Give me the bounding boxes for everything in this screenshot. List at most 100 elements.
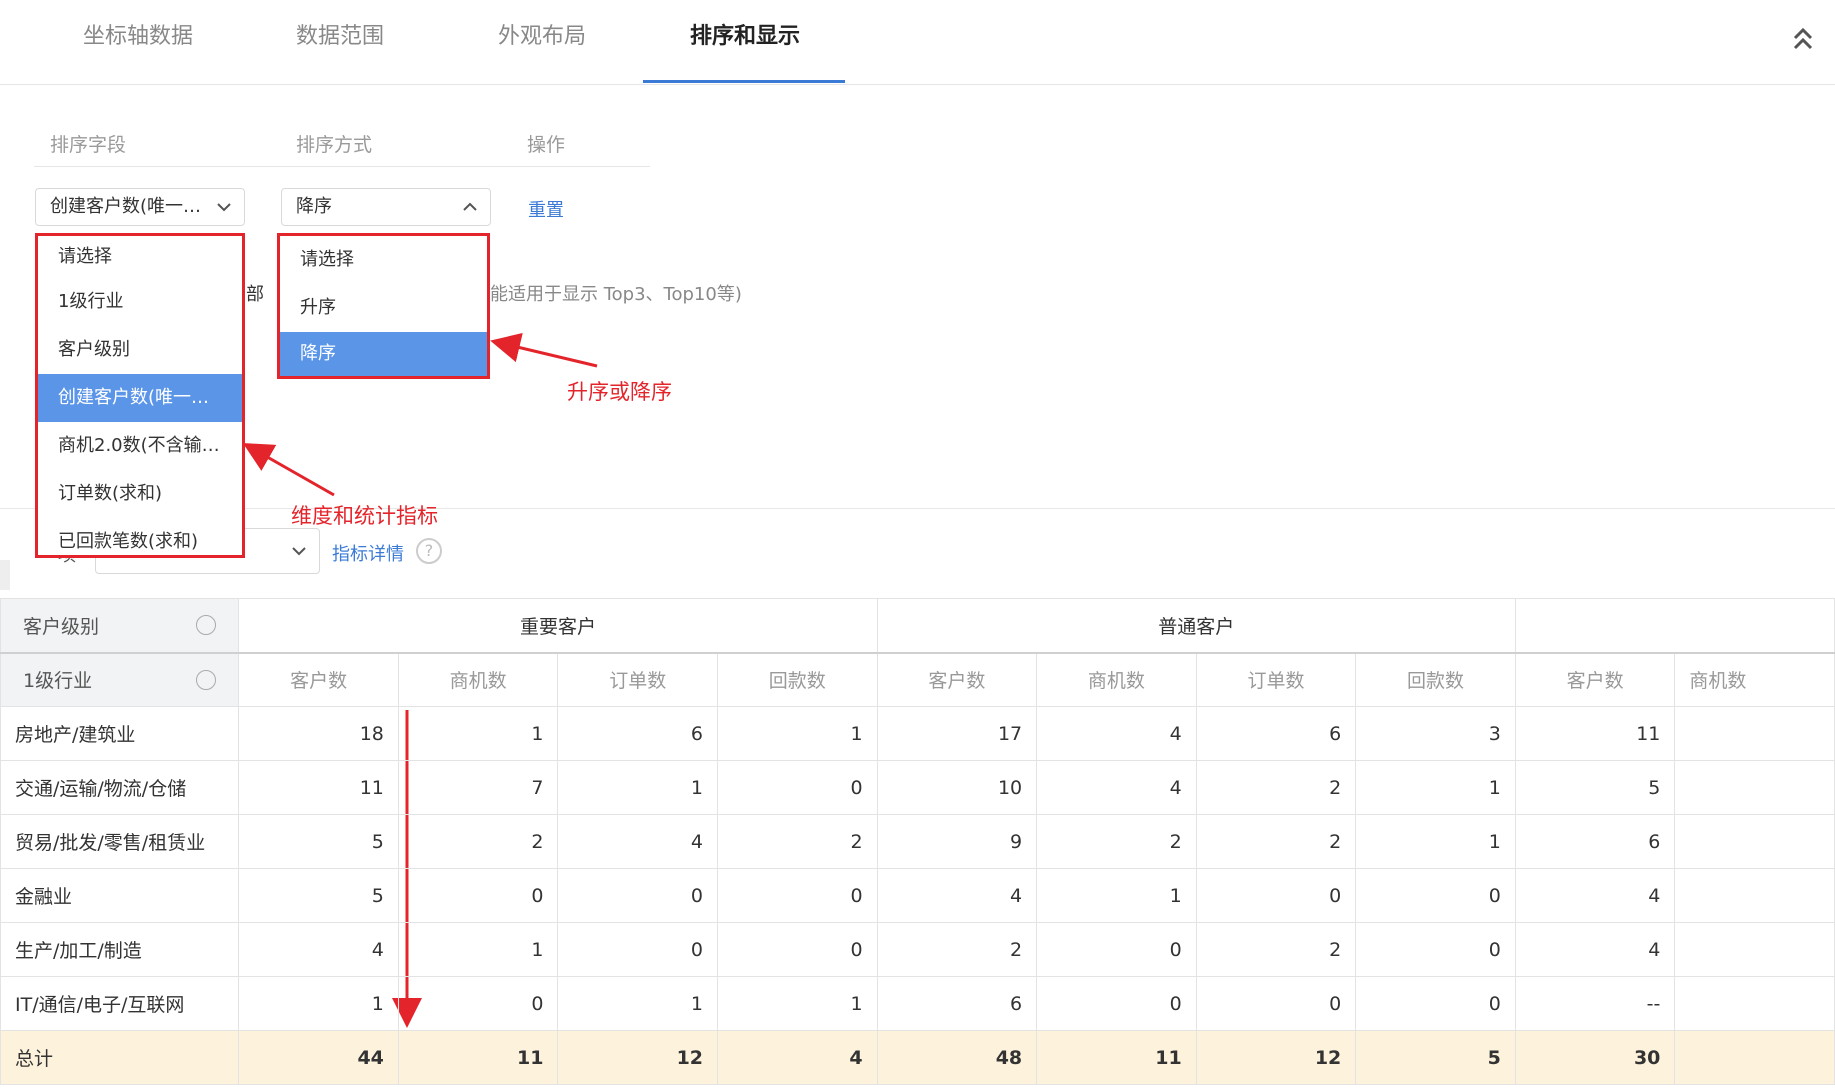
- table-cell: 30: [1514, 1030, 1676, 1085]
- table-cell: [1674, 1030, 1835, 1085]
- table-cell: --: [1514, 976, 1676, 1031]
- table-cell: 48: [876, 1030, 1038, 1085]
- table-cell: [1674, 868, 1835, 923]
- table-cell: 0: [557, 868, 719, 923]
- metric-header[interactable]: 客户数: [876, 652, 1038, 707]
- table-cell: 3: [1355, 706, 1516, 761]
- table-cell: 0: [1355, 922, 1516, 977]
- table-cell: 0: [1036, 922, 1197, 977]
- table-cell: 7: [397, 760, 559, 815]
- field-annotation: 维度和统计指标: [291, 504, 438, 528]
- table-row: 金融业 5 0 0 0 4 1 0 0 4: [0, 868, 1835, 923]
- row-label: IT/通信/电子/互联网: [0, 976, 240, 1031]
- table-cell: 4: [1514, 868, 1676, 923]
- table-cell: 0: [717, 760, 878, 815]
- dim2-label: 1级行业: [23, 670, 93, 693]
- metric-header[interactable]: 商机数: [1674, 652, 1835, 707]
- table-cell: 1: [717, 976, 878, 1031]
- table-cell: 12: [557, 1030, 719, 1085]
- table-cell: [1674, 814, 1835, 869]
- dropdown-circle-icon[interactable]: [196, 669, 217, 690]
- table-cell: 2: [1036, 814, 1197, 869]
- table-row: 生产/加工/制造 4 1 0 0 2 0 2 0 4: [0, 922, 1835, 977]
- method-annotation: 升序或降序: [567, 380, 672, 404]
- table-cell: 6: [1514, 814, 1676, 869]
- table-cell: 0: [397, 976, 559, 1031]
- table-cell: 4: [238, 922, 399, 977]
- table-cell: 0: [717, 868, 878, 923]
- metric-header[interactable]: 回款数: [1355, 652, 1516, 707]
- table-cell: 17: [876, 706, 1038, 761]
- row-label: 生产/加工/制造: [0, 922, 240, 977]
- row-label: 贸易/批发/零售/租赁业: [0, 814, 240, 869]
- table-cell: 44: [238, 1030, 399, 1085]
- table-cell: 4: [1514, 922, 1676, 977]
- table-cell: 6: [876, 976, 1038, 1031]
- pivot-table: 客户级别 重要客户 普通客户 1级行业 客户数 商机数 订单数 回款数 客户数 …: [0, 598, 1835, 1085]
- table-cell: 2: [397, 814, 559, 869]
- group-header: [1514, 598, 1835, 654]
- row-label: 交通/运输/物流/仓储: [0, 760, 240, 815]
- table-cell: 10: [876, 760, 1038, 815]
- table-cell: [1674, 922, 1835, 977]
- table-cell: 1: [238, 976, 399, 1031]
- table-cell: 1: [557, 760, 719, 815]
- table-cell: 11: [397, 1030, 559, 1085]
- table-cell: 18: [238, 706, 399, 761]
- table-cell: 11: [238, 760, 399, 815]
- table-cell: [1674, 706, 1835, 761]
- dim-header-customer-level[interactable]: 客户级别: [0, 598, 240, 654]
- metric-header[interactable]: 商机数: [397, 652, 559, 707]
- method-arrow: [490, 332, 598, 368]
- row-label: 房地产/建筑业: [0, 706, 240, 761]
- group-header: 重要客户: [238, 598, 878, 654]
- table-cell: [1674, 760, 1835, 815]
- metric-header[interactable]: 订单数: [1195, 652, 1357, 707]
- table-cell: 4: [1036, 760, 1197, 815]
- row-label: 金融业: [0, 868, 240, 923]
- table-cell: 0: [397, 868, 559, 923]
- table-cell: [1674, 976, 1835, 1031]
- table-cell: 1: [397, 922, 559, 977]
- total-row: 总计 44 11 12 4 48 11 12 5 30: [0, 1030, 1835, 1085]
- dim-header-industry[interactable]: 1级行业: [0, 652, 240, 707]
- table-cell: 0: [1036, 976, 1197, 1031]
- table-cell: 6: [557, 706, 719, 761]
- metric-header[interactable]: 订单数: [557, 652, 719, 707]
- table-cell: 0: [1355, 868, 1516, 923]
- table-cell: 0: [1195, 868, 1357, 923]
- dim1-label: 客户级别: [23, 615, 100, 638]
- row-label: 总计: [0, 1030, 240, 1085]
- table-cell: 1: [1355, 760, 1516, 815]
- metric-header[interactable]: 客户数: [1514, 652, 1676, 707]
- table-cell: 2: [876, 922, 1038, 977]
- table-cell: 5: [238, 814, 399, 869]
- table-cell: 0: [1355, 976, 1516, 1031]
- table-cell: 2: [1195, 814, 1357, 869]
- table-cell: 11: [1514, 706, 1676, 761]
- table-cell: 5: [1355, 1030, 1516, 1085]
- table-cell: 5: [238, 868, 399, 923]
- table-cell: 1: [557, 976, 719, 1031]
- table-cell: 1: [1036, 868, 1197, 923]
- table-cell: 4: [876, 868, 1038, 923]
- metric-header[interactable]: 客户数: [238, 652, 399, 707]
- table-cell: 2: [717, 814, 878, 869]
- table-cell: 2: [1195, 922, 1357, 977]
- metric-header[interactable]: 回款数: [717, 652, 878, 707]
- table-cell: 11: [1036, 1030, 1197, 1085]
- table-cell: 4: [557, 814, 719, 869]
- dropdown-circle-icon[interactable]: [196, 615, 217, 635]
- table-cell: 0: [1195, 976, 1357, 1031]
- table-cell: 9: [876, 814, 1038, 869]
- table-cell: 2: [1195, 760, 1357, 815]
- table-cell: 6: [1195, 706, 1357, 761]
- table-cell: 12: [1195, 1030, 1357, 1085]
- metric-header[interactable]: 商机数: [1036, 652, 1197, 707]
- table-row: 房地产/建筑业 18 1 6 1 17 4 6 3 11: [0, 706, 1835, 761]
- table-cell: 0: [717, 922, 878, 977]
- table-cell: 4: [717, 1030, 878, 1085]
- table-cell: 1: [1355, 814, 1516, 869]
- table-cell: 0: [557, 922, 719, 977]
- table-cell: 4: [1036, 706, 1197, 761]
